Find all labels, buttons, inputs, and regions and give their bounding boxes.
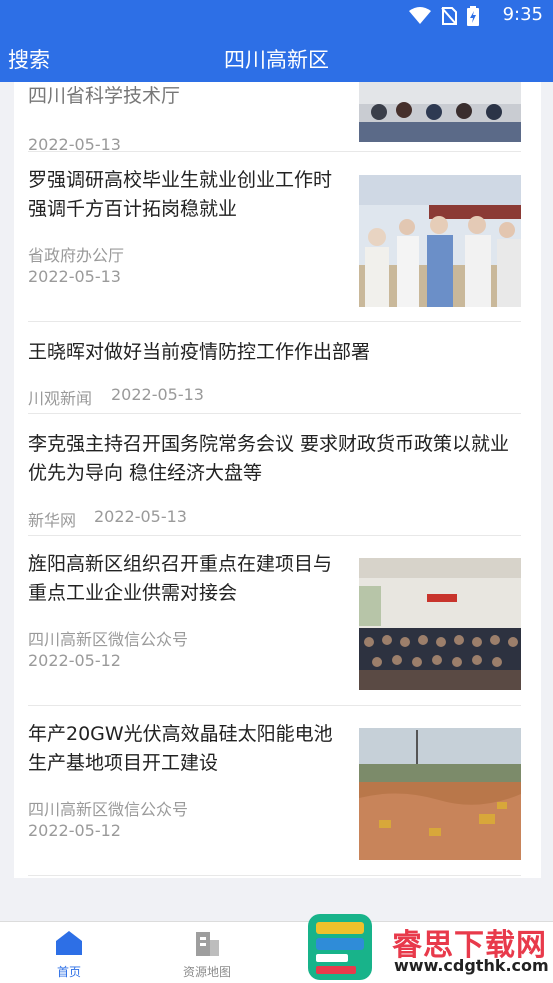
status-icons: [409, 6, 479, 26]
news-thumbnail: [359, 82, 521, 142]
news-title: 王晓晖对做好当前疫情防控工作作出部署: [28, 341, 371, 363]
tab-label: 首页: [56, 965, 81, 979]
news-thumbnail: [359, 175, 521, 307]
news-date: 2022-05-13: [94, 507, 187, 526]
news-title-line2: 重点工业企业供需对接会: [28, 582, 238, 604]
news-title-line1: 罗强调研高校毕业生就业创业工作时: [28, 169, 333, 191]
status-bar: 9:35: [0, 0, 553, 32]
home-icon: [56, 931, 82, 955]
status-time: 9:35: [502, 4, 543, 25]
news-item[interactable]: 李克强主持召开国务院常务会议 要求财政货币政策以就业 优先为导向 稳住经济大盘等…: [28, 414, 521, 536]
watermark-logo: [308, 914, 372, 980]
news-item[interactable]: 王晓晖对做好当前疫情防控工作作出部署 川观新闻 2022-05-13: [28, 322, 521, 414]
building-icon: [196, 932, 219, 956]
news-date: 2022-05-13: [111, 385, 204, 404]
news-title-line1: 李克强主持召开国务院常务会议 要求财政货币政策以就业: [28, 433, 510, 455]
no-sim-icon: [441, 7, 457, 25]
news-title-line1: 年产20GW光伏高效晶硅太阳能电池: [28, 723, 333, 745]
news-title-line2: 强调千方百计拓岗稳就业: [28, 198, 238, 220]
news-item[interactable]: 四川省科学技术厅 2022-05-13: [28, 82, 521, 154]
page-title: 四川高新区: [224, 48, 329, 72]
news-item[interactable]: 罗强调研高校毕业生就业创业工作时 强调千方百计拓岗稳就业 省政府办公厅 2022…: [28, 152, 521, 322]
news-date: 2022-05-12: [28, 821, 121, 840]
news-list: 四川省科学技术厅 2022-05-13 罗强调研高校毕业生就业创业工作时 强调千…: [14, 82, 541, 878]
news-title-line1: 旌阳高新区组织召开重点在建项目与: [28, 553, 333, 575]
watermark: 睿思下载网 www.cdgthk.com: [306, 912, 553, 983]
news-source: 四川高新区微信公众号: [28, 800, 189, 819]
news-source: 新华网: [28, 511, 77, 530]
news-title-line2: 生产基地项目开工建设: [28, 752, 219, 774]
news-date: 2022-05-13: [28, 267, 121, 286]
app-bar: 四川高新区 搜索: [0, 32, 553, 82]
news-source: 川观新闻: [28, 389, 93, 408]
news-item[interactable]: 年产20GW光伏高效晶硅太阳能电池 生产基地项目开工建设 四川高新区微信公众号 …: [28, 706, 521, 876]
news-date: 2022-05-12: [28, 651, 121, 670]
news-source: 四川高新区微信公众号: [28, 630, 189, 649]
news-thumbnail: [359, 728, 521, 860]
news-title-line2: 优先为导向 稳住经济大盘等: [28, 462, 263, 484]
news-source: 省政府办公厅: [28, 246, 125, 265]
watermark-url: www.cdgthk.com: [394, 956, 549, 975]
news-thumbnail: [359, 558, 521, 690]
battery-charging-icon: [467, 6, 479, 26]
wifi-icon: [409, 7, 431, 24]
search-button[interactable]: 搜索: [8, 44, 50, 74]
news-title: 四川省科学技术厅: [28, 85, 181, 107]
tab-resource-map[interactable]: 资源地图: [162, 930, 252, 980]
tab-label: 资源地图: [182, 965, 231, 979]
tab-home[interactable]: 首页: [24, 930, 114, 980]
news-item[interactable]: 旌阳高新区组织召开重点在建项目与 重点工业企业供需对接会 四川高新区微信公众号 …: [28, 536, 521, 706]
